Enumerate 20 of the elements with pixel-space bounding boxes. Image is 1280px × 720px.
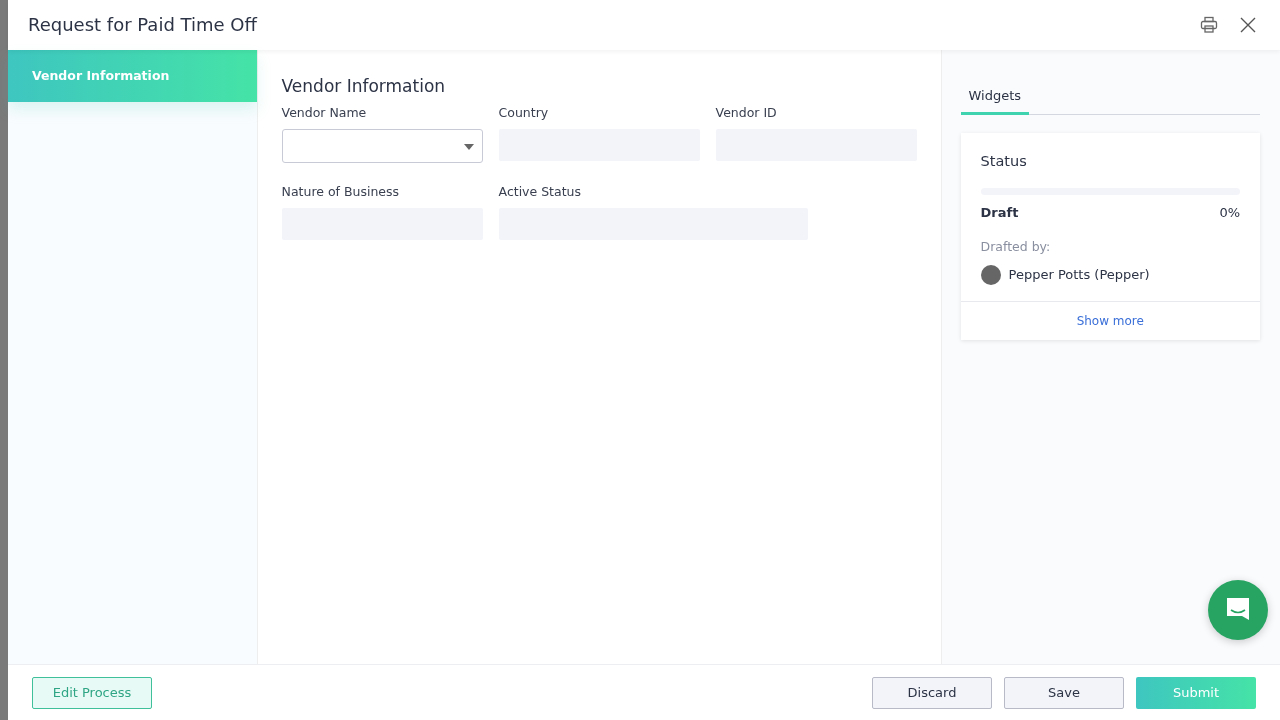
show-more-link[interactable]: Show more [960,301,1260,341]
status-label: Draft [980,203,1019,222]
edit-process-button[interactable]: Edit Process [32,676,152,709]
avatar-icon [980,265,1001,286]
action-button[interactable]: Save [1004,676,1124,709]
field-label: Active Status [498,183,583,202]
field-label: Vendor ID [715,104,778,123]
card-title: Status [980,152,1028,170]
user-name: Pepper Potts (Pepper) [1008,266,1150,285]
field-label: Country [498,104,550,123]
dropdown-field[interactable] [281,129,483,164]
field-label: Nature of Business [281,183,401,202]
window-title: Request for Paid Time Off [28,14,259,36]
field-label: Vendor Name [281,104,368,123]
caret-icon [463,144,474,151]
section-title: Vendor Information [281,76,447,97]
drafted-label: Drafted by: [980,238,1052,257]
tab[interactable]: Widgets [960,80,1030,115]
percent-text: 0% [1219,203,1240,222]
action-button[interactable]: Discard [872,676,992,709]
